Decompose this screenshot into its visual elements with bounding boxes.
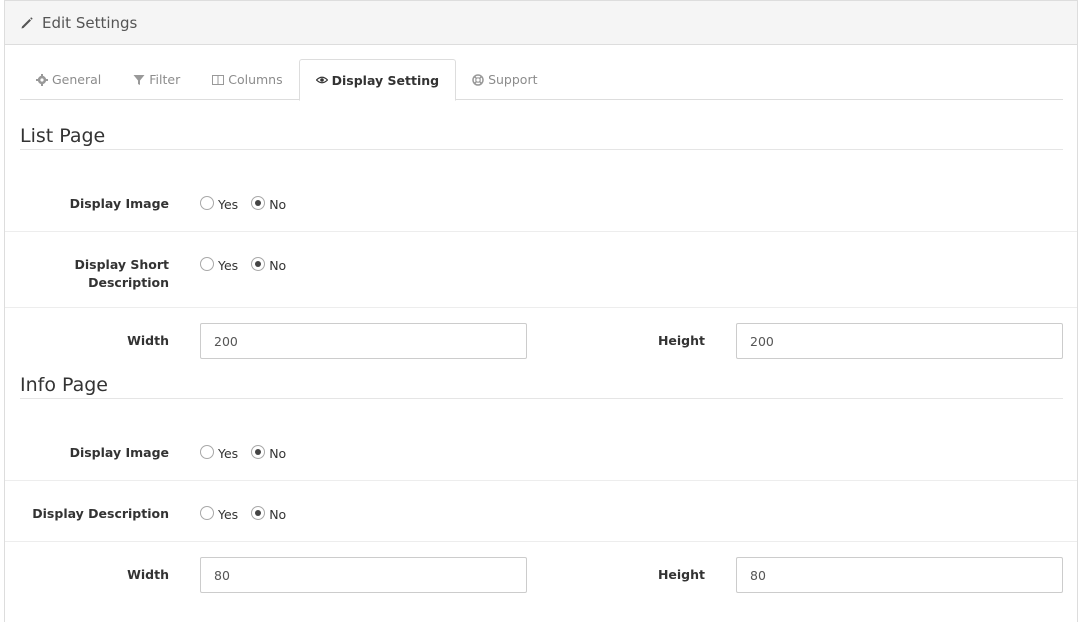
settings-panel: Edit Settings General Filter Columns Dis… — [4, 0, 1078, 622]
panel-title: Edit Settings — [42, 13, 138, 32]
radio-no-label: No — [269, 446, 287, 461]
info-height-label: Height — [657, 567, 705, 582]
list-display-short-description-label: Display Short Description — [5, 256, 169, 292]
radio-yes-label: Yes — [218, 507, 239, 522]
info-display-description-label: Display Description — [32, 506, 169, 521]
info-display-image-radios: Yes No — [200, 444, 299, 461]
list-display-short-description-no[interactable]: No — [251, 256, 287, 273]
info-display-description-radios: Yes No — [200, 505, 299, 522]
panel-heading: Edit Settings — [5, 1, 1077, 45]
radio-checked-icon — [251, 256, 266, 271]
radio-checked-icon — [251, 505, 266, 520]
filter-icon — [133, 74, 145, 86]
info-width-input[interactable] — [200, 557, 527, 593]
gear-icon — [36, 73, 48, 86]
list-height-label: Height — [657, 333, 705, 348]
row-divider — [5, 480, 1077, 481]
tab-bar: General Filter Columns Display Setting S… — [20, 59, 1063, 101]
pencil-icon — [20, 16, 34, 30]
radio-checked-icon — [251, 444, 266, 459]
radio-no-label: No — [269, 507, 287, 522]
radio-yes-label: Yes — [218, 446, 239, 461]
radio-no-label: No — [269, 197, 287, 212]
radio-unchecked-icon — [200, 505, 214, 520]
row-divider — [5, 307, 1077, 308]
list-width-label: Width — [127, 333, 169, 348]
columns-icon — [212, 74, 225, 86]
label-line-1: Display Short — [74, 257, 169, 272]
tab-filter[interactable]: Filter — [117, 59, 196, 100]
row-divider — [5, 541, 1077, 542]
life-ring-icon — [472, 73, 484, 86]
label-line-2: Description — [88, 275, 169, 290]
list-display-short-description-yes[interactable]: Yes — [200, 256, 239, 273]
eye-icon — [315, 74, 328, 86]
info-display-image-label: Display Image — [69, 445, 169, 460]
info-width-label: Width — [127, 567, 169, 582]
list-display-short-description-radios: Yes No — [200, 256, 299, 273]
tab-general-label: General — [52, 72, 102, 87]
radio-yes-label: Yes — [218, 258, 239, 273]
radio-unchecked-icon — [200, 195, 214, 210]
list-page-legend: List Page — [20, 125, 1063, 150]
info-height-input[interactable] — [736, 557, 1063, 593]
info-page-legend: Info Page — [20, 374, 1063, 399]
radio-checked-icon — [251, 195, 266, 210]
radio-yes-label: Yes — [218, 197, 239, 212]
tab-display-setting[interactable]: Display Setting — [298, 59, 457, 101]
list-display-image-no[interactable]: No — [251, 195, 287, 212]
tab-filter-label: Filter — [149, 72, 181, 87]
list-display-image-yes[interactable]: Yes — [200, 195, 239, 212]
tab-columns-label: Columns — [228, 72, 283, 87]
list-display-image-label: Display Image — [69, 196, 169, 211]
info-display-image-no[interactable]: No — [251, 444, 287, 461]
info-display-description-yes[interactable]: Yes — [200, 505, 239, 522]
row-divider — [5, 231, 1077, 232]
tab-general[interactable]: General — [20, 59, 117, 100]
tab-display-setting-label: Display Setting — [331, 72, 440, 88]
list-height-input[interactable] — [736, 323, 1063, 359]
radio-no-label: No — [269, 258, 287, 273]
info-display-description-no[interactable]: No — [251, 505, 287, 522]
radio-unchecked-icon — [200, 256, 214, 271]
list-display-image-radios: Yes No — [200, 195, 299, 212]
tab-columns[interactable]: Columns — [196, 59, 298, 100]
tab-support[interactable]: Support — [456, 59, 553, 100]
tab-support-label: Support — [488, 72, 538, 87]
list-width-input[interactable] — [200, 323, 527, 359]
info-display-image-yes[interactable]: Yes — [200, 444, 239, 461]
radio-unchecked-icon — [200, 444, 214, 459]
